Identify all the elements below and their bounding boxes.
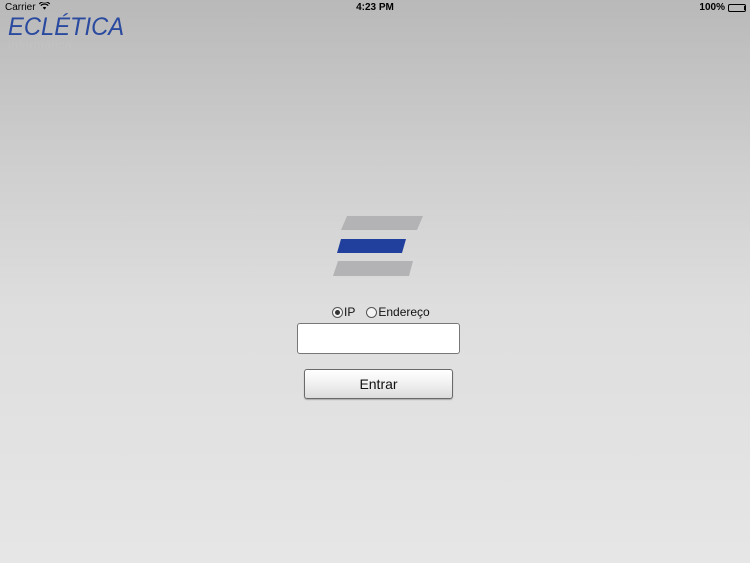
radio-ip[interactable] [332, 306, 343, 318]
radio-endereco-label[interactable]: Endereço [378, 305, 429, 319]
enter-button[interactable]: Entrar [304, 369, 453, 399]
battery-percent: 100% [699, 2, 725, 13]
brand-name: ECLÉTICA [8, 13, 125, 41]
battery-icon [728, 3, 746, 12]
logo-stripe-top [341, 216, 423, 230]
status-time: 4:23 PM [356, 2, 394, 13]
logo-stripe-middle [337, 239, 406, 253]
brand-logo: ECLÉTICA informática [8, 13, 130, 51]
radio-endereco[interactable] [366, 306, 378, 318]
logo-stripe-bottom [333, 261, 413, 276]
status-right: 100% [699, 2, 746, 13]
connection-type-selector: IP Endereço [332, 305, 441, 319]
ecletica-e-logo-icon [333, 216, 423, 276]
server-address-input[interactable] [297, 323, 460, 354]
radio-ip-label[interactable]: IP [344, 305, 355, 319]
